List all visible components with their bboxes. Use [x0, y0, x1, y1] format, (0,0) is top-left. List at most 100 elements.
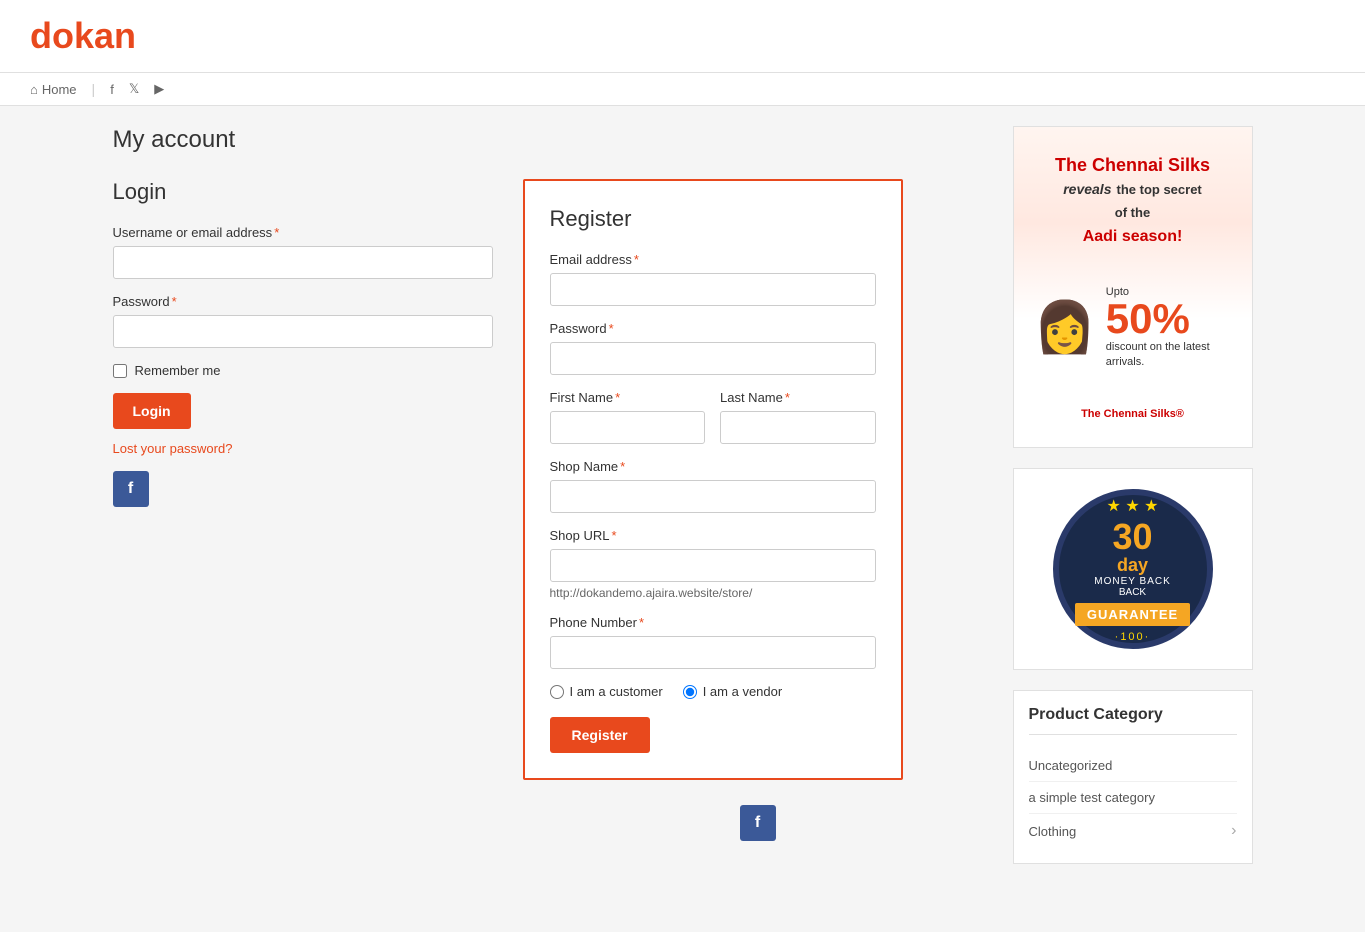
guarantee-label: GUARANTEE — [1075, 603, 1190, 626]
email-input[interactable] — [550, 273, 876, 306]
register-facebook-button[interactable]: f — [740, 805, 776, 841]
login-password-required: * — [172, 294, 177, 309]
register-facebook-wrapper: f — [533, 790, 983, 841]
site-logo[interactable]: dokan — [30, 15, 1335, 57]
email-group: Email address* — [550, 252, 876, 306]
username-input[interactable] — [113, 246, 493, 279]
customer-option[interactable]: I am a customer — [550, 684, 663, 699]
guarantee-day-text: day — [1117, 555, 1148, 576]
page-title: My account — [113, 126, 983, 154]
register-password-group: Password* — [550, 321, 876, 375]
ad-title: The Chennai Silks reveals the top secret… — [1024, 154, 1242, 248]
product-category-section: Product Category Uncategorized a simple t… — [1013, 690, 1253, 864]
shopurl-required: * — [611, 528, 616, 543]
register-password-input[interactable] — [550, 342, 876, 375]
shopurl-group: Shop URL* http://dokandemo.ajaira.websit… — [550, 528, 876, 600]
list-item[interactable]: a simple test category — [1029, 782, 1237, 814]
forms-row: Login Username or email address* Passwor… — [113, 179, 983, 780]
phone-label: Phone Number* — [550, 615, 876, 630]
ad-discount-text: discount on the latest arrivals. — [1106, 340, 1232, 371]
category-name: Uncategorized — [1029, 758, 1113, 773]
ad-content: 👩 Upto 50% discount on the latest arriva… — [1024, 281, 1242, 376]
customer-radio[interactable] — [550, 685, 564, 699]
product-category-title: Product Category — [1029, 706, 1237, 735]
username-label: Username or email address* — [113, 225, 493, 240]
guarantee-stars: ★ ★ ★ — [1107, 496, 1159, 516]
header: dokan — [0, 0, 1365, 73]
username-required: * — [274, 225, 279, 240]
sidebar: The Chennai Silks reveals the top secret… — [1013, 126, 1253, 864]
email-required: * — [634, 252, 639, 267]
vendor-radio[interactable] — [683, 685, 697, 699]
lost-password-link[interactable]: Lost your password? — [113, 441, 493, 456]
guarantee-money: MONEY BACK — [1094, 576, 1171, 587]
lastname-required: * — [785, 390, 790, 405]
ad-woman-figure: 👩 — [1034, 298, 1096, 357]
nav-home[interactable]: ⌂ Home — [30, 82, 77, 97]
ad-discount-percent: 50% — [1106, 298, 1232, 340]
home-icon: ⌂ — [30, 82, 38, 97]
remember-me-checkbox[interactable] — [113, 364, 127, 378]
login-facebook-button[interactable]: f — [113, 471, 149, 507]
login-facebook-wrapper: f — [113, 456, 493, 507]
facebook-nav-icon[interactable]: f — [110, 82, 114, 97]
name-row: First Name* Last Name* — [550, 390, 876, 459]
shopname-group: Shop Name* — [550, 459, 876, 513]
register-button[interactable]: Register — [550, 717, 650, 753]
sidebar-ad-chennai: The Chennai Silks reveals the top secret… — [1013, 126, 1253, 448]
login-password-input[interactable] — [113, 315, 493, 348]
guarantee-badge: ★ ★ ★ 30 day MONEY BACK BACK GUARANTEE ·… — [1053, 489, 1213, 649]
register-section: Register Email address* Password* — [523, 179, 903, 780]
lastname-input[interactable] — [720, 411, 876, 444]
phone-required: * — [639, 615, 644, 630]
list-item[interactable]: Clothing › — [1029, 814, 1237, 848]
shopname-input[interactable] — [550, 480, 876, 513]
shopname-label: Shop Name* — [550, 459, 876, 474]
main-nav: ⌂ Home | f 𝕏 ▶ — [0, 73, 1365, 106]
twitter-nav-icon[interactable]: 𝕏 — [129, 81, 139, 97]
remember-me-row: Remember me — [113, 363, 493, 378]
firstname-group: First Name* — [550, 390, 706, 444]
ad-logo-bottom: The Chennai Silks® — [1071, 408, 1194, 420]
guarantee-30: 30 — [1112, 519, 1152, 555]
logo-accent: d — [30, 15, 52, 56]
username-group: Username or email address* — [113, 225, 493, 279]
guarantee-badge-wrapper: ★ ★ ★ 30 day MONEY BACK BACK GUARANTEE ·… — [1013, 468, 1253, 670]
category-name: a simple test category — [1029, 790, 1155, 805]
ad-discount-block: Upto 50% discount on the latest arrivals… — [1106, 286, 1232, 371]
nav-divider: | — [92, 81, 96, 97]
login-password-label: Password* — [113, 294, 493, 309]
chevron-right-icon: › — [1231, 822, 1236, 840]
customer-label: I am a customer — [570, 684, 663, 699]
vendor-option[interactable]: I am a vendor — [683, 684, 783, 699]
login-section: Login Username or email address* Passwor… — [113, 179, 493, 507]
firstname-label: First Name* — [550, 390, 706, 405]
register-title: Register — [550, 206, 876, 232]
remember-me-label: Remember me — [135, 363, 221, 378]
list-item[interactable]: Uncategorized — [1029, 750, 1237, 782]
category-list: Uncategorized a simple test category Cloth… — [1029, 750, 1237, 848]
lastname-label: Last Name* — [720, 390, 876, 405]
guarantee-back: BACK — [1119, 587, 1146, 598]
shopurl-hint: http://dokandemo.ajaira.website/store/ — [550, 586, 876, 600]
youtube-nav-icon[interactable]: ▶ — [154, 81, 164, 97]
lastname-group: Last Name* — [720, 390, 876, 444]
ad-image: The Chennai Silks reveals the top secret… — [1014, 127, 1252, 447]
phone-input[interactable] — [550, 636, 876, 669]
firstname-input[interactable] — [550, 411, 706, 444]
firstname-required: * — [615, 390, 620, 405]
main-content: My account Login Username or email addre… — [113, 126, 983, 864]
phone-group: Phone Number* — [550, 615, 876, 669]
shopurl-label: Shop URL* — [550, 528, 876, 543]
register-password-label: Password* — [550, 321, 876, 336]
register-password-required: * — [609, 321, 614, 336]
login-button[interactable]: Login — [113, 393, 191, 429]
vendor-label: I am a vendor — [703, 684, 783, 699]
ad-header: The Chennai Silks reveals the top secret… — [1024, 154, 1242, 248]
page-container: My account Login Username or email addre… — [83, 106, 1283, 884]
shopname-required: * — [620, 459, 625, 474]
guarantee-100: ·100· — [1115, 631, 1151, 643]
shopurl-input[interactable] — [550, 549, 876, 582]
category-name: Clothing — [1029, 824, 1077, 839]
email-label: Email address* — [550, 252, 876, 267]
